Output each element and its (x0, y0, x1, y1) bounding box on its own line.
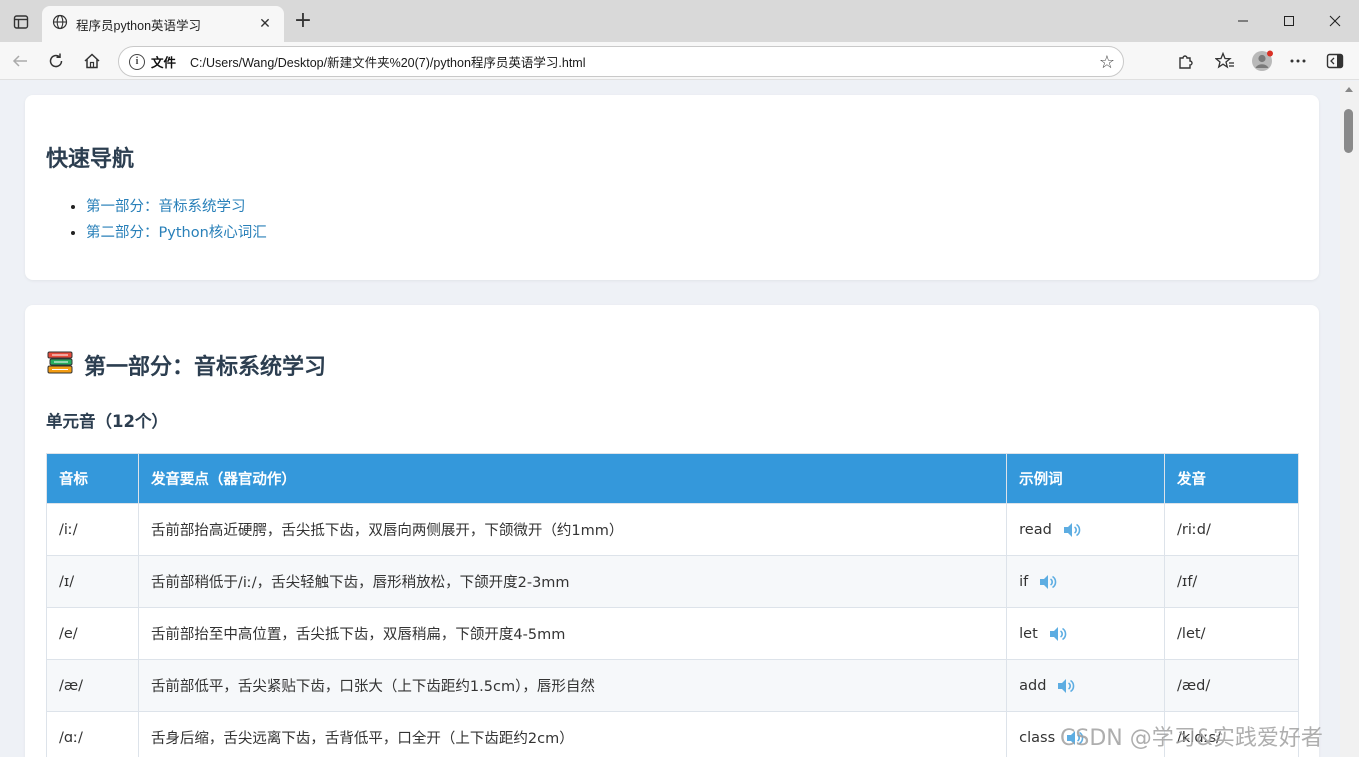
cell-ipa: /ɪf/ (1164, 555, 1299, 608)
url-text[interactable]: C:/Users/Wang/Desktop/新建文件夹%20(7)/python… (190, 52, 585, 71)
table-header-row: 音标 发音要点（器官动作） 示例词 发音 (46, 453, 1299, 504)
address-bar[interactable]: i 文件 C:/Users/Wang/Desktop/新建文件夹%20(7)/p… (118, 46, 1124, 77)
back-icon[interactable] (8, 49, 32, 73)
nav-link-part1[interactable]: 第一部分：音标系统学习 (86, 194, 267, 220)
home-icon[interactable] (80, 49, 104, 73)
part1-title: 第一部分：音标系统学习 (84, 355, 327, 380)
table-row: /iː/ 舌前部抬高近硬腭，舌尖抵下齿，双唇向两侧展开，下颌微开（约1mm） r… (46, 503, 1299, 556)
quick-nav-list: 第一部分：音标系统学习 第二部分：Python核心词汇 (46, 194, 267, 246)
nav-link-part1-text[interactable]: 第一部分：音标系统学习 (86, 199, 246, 215)
tab-bar: 程序员python英语学习 ✕ + (0, 0, 1359, 42)
cell-symbol: /iː/ (46, 503, 139, 556)
table-row: /ɪ/ 舌前部稍低于/iː/，舌尖轻触下齿，唇形稍放松，下颌开度2-3mm if… (46, 555, 1299, 608)
quick-nav-title: 快速导航 (46, 147, 135, 172)
cell-tip: 舌前部低平，舌尖紧贴下齿，口张大（上下齿距约1.5cm），唇形自然 (137, 659, 1008, 712)
example-word: class (1019, 729, 1056, 746)
cell-symbol: /æ/ (46, 659, 139, 712)
nav-link-part2-text[interactable]: 第二部分：Python核心词汇 (86, 225, 267, 241)
scrollbar-thumb[interactable] (1344, 109, 1353, 153)
cell-ipa: /æd/ (1164, 659, 1299, 712)
speaker-icon[interactable] (1048, 625, 1068, 643)
reload-icon[interactable] (44, 49, 68, 73)
more-menu-icon[interactable] (1286, 49, 1310, 73)
cell-ipa: /let/ (1164, 607, 1299, 660)
part1-heading: 第一部分：音标系统学习 (46, 349, 326, 381)
speaker-icon[interactable] (1038, 573, 1058, 591)
books-icon (46, 350, 74, 380)
phonetic-table: 音标 发音要点（器官动作） 示例词 发音 /iː/ 舌前部抬高近硬腭，舌尖抵下齿… (46, 453, 1299, 757)
cell-tip: 舌身后缩，舌尖远离下齿，舌背低平，口全开（上下齿距约2cm） (137, 711, 1008, 757)
csdn-watermark: CSDN @学习&实践爱好者 (1060, 726, 1323, 751)
vertical-scrollbar[interactable] (1340, 81, 1359, 757)
page-viewport: 快速导航 第一部分：音标系统学习 第二部分：Python核心词汇 第一部分：音标… (0, 81, 1340, 757)
cell-word: if (1006, 555, 1166, 608)
cell-ipa: /riːd/ (1164, 503, 1299, 556)
speaker-icon[interactable] (1062, 521, 1082, 539)
cell-symbol: /ɪ/ (46, 555, 139, 608)
favorites-icon[interactable] (1213, 49, 1237, 73)
close-tab-icon[interactable]: ✕ (256, 15, 274, 33)
profile-avatar-icon[interactable] (1250, 49, 1274, 73)
example-word: read (1019, 521, 1052, 538)
monophthong-subtitle: 单元音（12个） (46, 412, 168, 431)
speaker-icon[interactable] (1056, 677, 1076, 695)
quick-nav-card: 快速导航 第一部分：音标系统学习 第二部分：Python核心词汇 (25, 95, 1319, 280)
cell-tip: 舌前部抬高近硬腭，舌尖抵下齿，双唇向两侧展开，下颌微开（约1mm） (137, 503, 1008, 556)
info-icon[interactable]: i (129, 53, 145, 70)
table-row: /e/ 舌前部抬至中高位置，舌尖抵下齿，双唇稍扁，下颌开度4-5mm let /… (46, 607, 1299, 660)
nav-link-part2[interactable]: 第二部分：Python核心词汇 (86, 220, 267, 246)
cell-symbol: /e/ (46, 607, 139, 660)
maximize-icon[interactable] (1266, 0, 1312, 42)
example-word: if (1019, 573, 1029, 590)
cell-tip: 舌前部稍低于/iː/，舌尖轻触下齿，唇形稍放松，下颌开度2-3mm (137, 555, 1008, 608)
cell-tip: 舌前部抬至中高位置，舌尖抵下齿，双唇稍扁，下颌开度4-5mm (137, 607, 1008, 660)
col-header-pronunciation: 发音 (1164, 453, 1299, 504)
example-word: add (1019, 677, 1047, 694)
cell-word: let (1006, 607, 1166, 660)
minimize-icon[interactable] (1220, 0, 1266, 42)
col-header-word: 示例词 (1006, 453, 1166, 504)
tab-actions-icon[interactable] (10, 11, 32, 33)
col-header-tip: 发音要点（器官动作） (137, 453, 1008, 504)
cell-word: read (1006, 503, 1166, 556)
browser-toolbar: i 文件 C:/Users/Wang/Desktop/新建文件夹%20(7)/p… (0, 42, 1359, 80)
close-window-icon[interactable] (1312, 0, 1358, 42)
example-word: let (1019, 625, 1038, 642)
table-row: /æ/ 舌前部低平，舌尖紧贴下齿，口张大（上下齿距约1.5cm），唇形自然 ad… (46, 659, 1299, 712)
sidebar-toggle-icon[interactable] (1323, 49, 1347, 73)
globe-icon (52, 14, 68, 34)
scroll-up-icon[interactable] (1345, 87, 1353, 92)
cell-symbol: /ɑː/ (46, 711, 139, 757)
tab-title: 程序员python英语学习 (76, 18, 202, 33)
extensions-icon[interactable] (1173, 49, 1197, 73)
cell-word: add (1006, 659, 1166, 712)
new-tab-icon[interactable]: + (292, 10, 314, 32)
part1-card: 第一部分：音标系统学习 单元音（12个） 音标 发音要点（器官动作） 示例词 发… (25, 305, 1319, 757)
favorite-star-icon[interactable]: ☆ (1099, 52, 1115, 73)
active-tab[interactable]: 程序员python英语学习 ✕ (42, 6, 284, 42)
col-header-symbol: 音标 (46, 453, 139, 504)
scheme-label: 文件 (151, 55, 177, 70)
